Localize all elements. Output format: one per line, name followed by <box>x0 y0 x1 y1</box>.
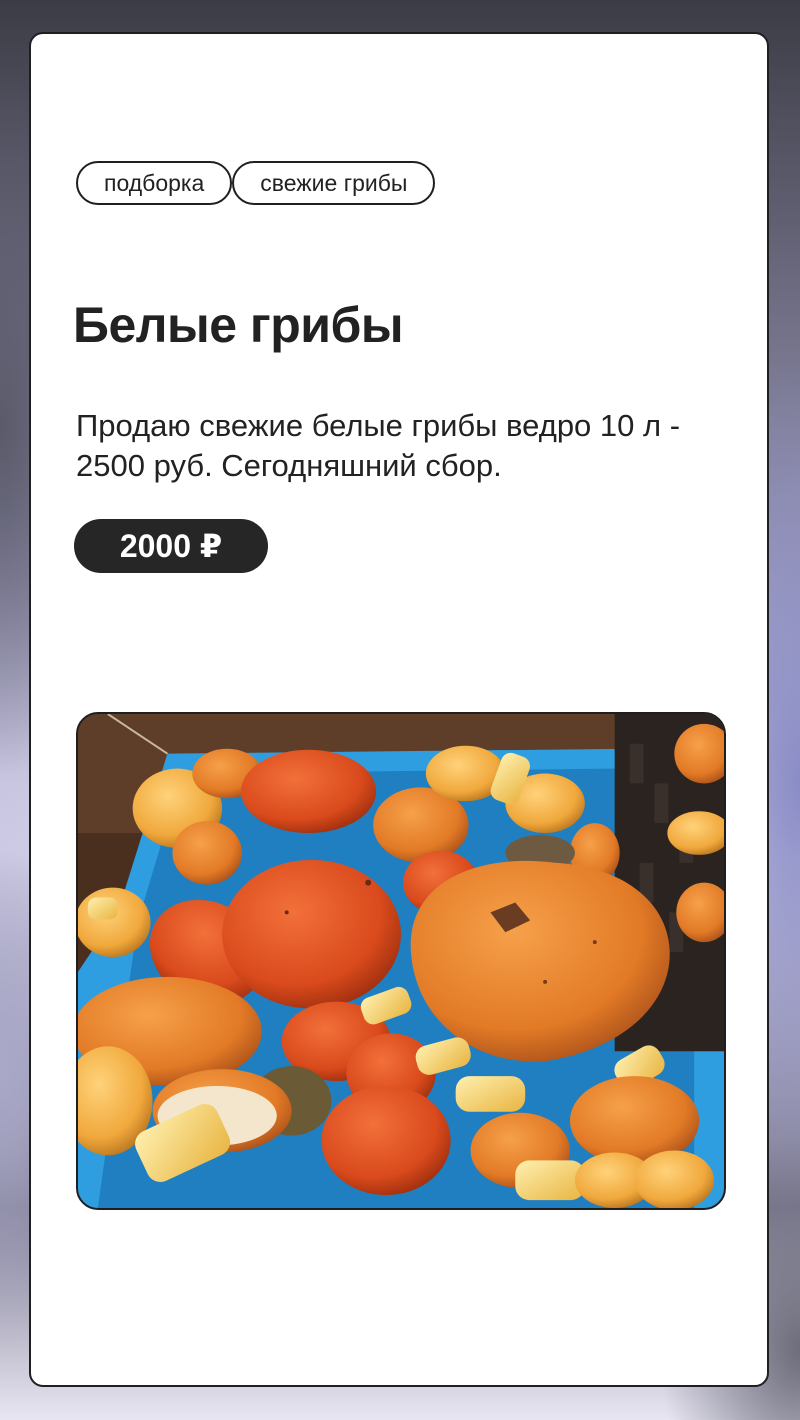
listing-card: подборка свежие грибы Белые грибы Продаю… <box>29 32 769 1387</box>
listing-description: Продаю свежие белые грибы ведро 10 л - 2… <box>76 408 681 483</box>
tag-fresh-mushrooms[interactable]: свежие грибы <box>232 161 436 205</box>
mushroom-basket-photo[interactable] <box>76 712 726 1210</box>
tag-collection[interactable]: подборка <box>76 161 233 205</box>
price-badge: 2000 ₽ <box>74 519 268 573</box>
listing-title: Белые грибы <box>73 297 404 353</box>
tag-list: подборка свежие грибы <box>76 161 436 205</box>
mushroom-photo-illustration <box>78 714 724 1208</box>
